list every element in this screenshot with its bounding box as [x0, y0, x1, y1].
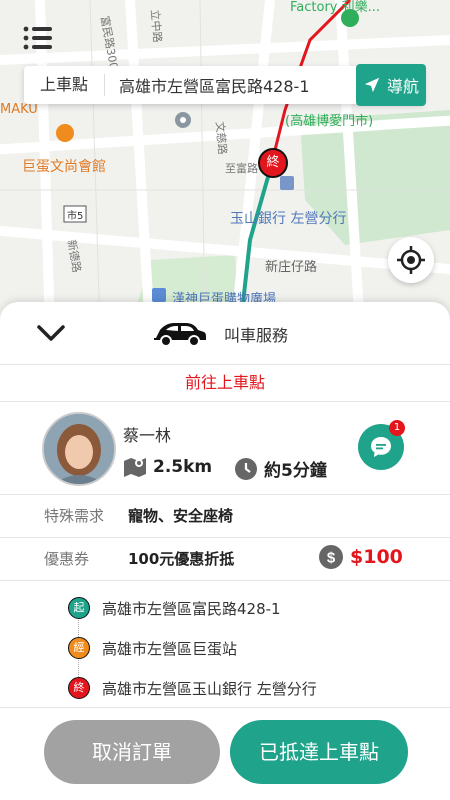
map-label-ai-gate: (高雄博愛門市)	[285, 114, 374, 129]
distance-value: 2.5km	[153, 457, 213, 477]
special-request-row: 特殊需求 寵物、安全座椅	[0, 495, 450, 538]
map-road-sign: 市5	[67, 211, 84, 222]
stop-via-address: 高雄市左營區巨蛋站	[102, 639, 238, 658]
chat-unread-badge: 1	[389, 420, 405, 436]
map-icon	[124, 458, 146, 477]
stop-end-address: 高雄市左營區玉山銀行 左營分行	[102, 679, 317, 698]
map-label-road-wen: 文慈路	[213, 121, 229, 156]
end-stop-marker-icon: 終	[68, 677, 90, 699]
coupon-amount: $100	[350, 546, 403, 568]
end-marker-icon: 終	[258, 148, 288, 178]
navigation-arrow-icon	[364, 77, 380, 93]
map-label-road-zhi: 至富路	[225, 162, 258, 175]
coupon-amount-group: $ $100	[318, 544, 403, 570]
navigate-label: 導航	[386, 77, 419, 96]
map-label-store: Factory 利樂...	[290, 0, 381, 15]
via-marker-icon: 經	[68, 637, 90, 659]
map-label-venue: 巨蛋文尚會館	[22, 159, 106, 175]
stop-via: 經 高雄市左營區巨蛋站	[68, 637, 237, 659]
driver-photo	[44, 414, 114, 484]
clock-icon	[235, 457, 257, 480]
map-label-bank: 玉山銀行 左營分行	[230, 211, 347, 227]
driver-name: 蔡一林	[123, 426, 172, 445]
route-stops: 起 高雄市左營區富民路428-1 經 高雄市左營區巨蛋站 終 高雄市左營區玉山銀…	[0, 581, 450, 708]
stop-start-address: 高雄市左營區富民路428-1	[102, 599, 281, 618]
coupon-value: 100元優惠折抵	[128, 550, 235, 568]
arrived-pickup-button[interactable]: 已抵達上車點	[230, 720, 408, 784]
coupon-label: 優惠券	[44, 550, 90, 568]
sheet-header: 叫車服務	[0, 302, 450, 365]
service-title: 叫車服務	[224, 326, 289, 345]
eta-value: 約5分鐘	[264, 461, 327, 481]
navigate-button[interactable]: 導航	[356, 64, 426, 106]
car-icon	[154, 323, 206, 347]
distance-info: 2.5km	[123, 456, 212, 478]
coupon-row: 優惠券 100元優惠折抵 $ $100	[0, 538, 450, 581]
map-label-maku: MAKU	[0, 102, 38, 117]
chevron-down-icon[interactable]	[36, 324, 66, 342]
pickup-label: 上車點	[24, 74, 105, 96]
special-request-value: 寵物、安全座椅	[128, 507, 234, 525]
eta-info: 約5分鐘	[234, 456, 327, 481]
dollar-icon: $	[319, 545, 343, 569]
chat-bubble-icon	[371, 437, 391, 457]
crosshair-icon	[397, 246, 425, 274]
special-request-label: 特殊需求	[44, 507, 105, 525]
start-marker-icon: 起	[68, 597, 90, 619]
cancel-order-button[interactable]: 取消訂單	[44, 720, 220, 784]
stop-start: 起 高雄市左營區富民路428-1	[68, 597, 281, 619]
trip-status: 前往上車點	[0, 365, 450, 402]
svg-text:$: $	[327, 550, 336, 567]
locate-me-button[interactable]	[388, 237, 434, 283]
map-view[interactable]: Factory 利樂... MAKU 巨蛋文尚會館 (高雄博愛門市) 玉山銀行 …	[0, 0, 450, 330]
map-label-xinzhuang: 新庄仔路	[265, 260, 318, 275]
stop-end: 終 高雄市左營區玉山銀行 左營分行	[68, 677, 317, 699]
driver-avatar	[42, 412, 116, 486]
driver-card: 蔡一林 2.5km 約5分鐘 1	[0, 402, 450, 495]
hamburger-icon	[23, 26, 52, 50]
map-label-road-li: 立中路	[148, 9, 164, 44]
menu-button[interactable]	[22, 24, 54, 52]
